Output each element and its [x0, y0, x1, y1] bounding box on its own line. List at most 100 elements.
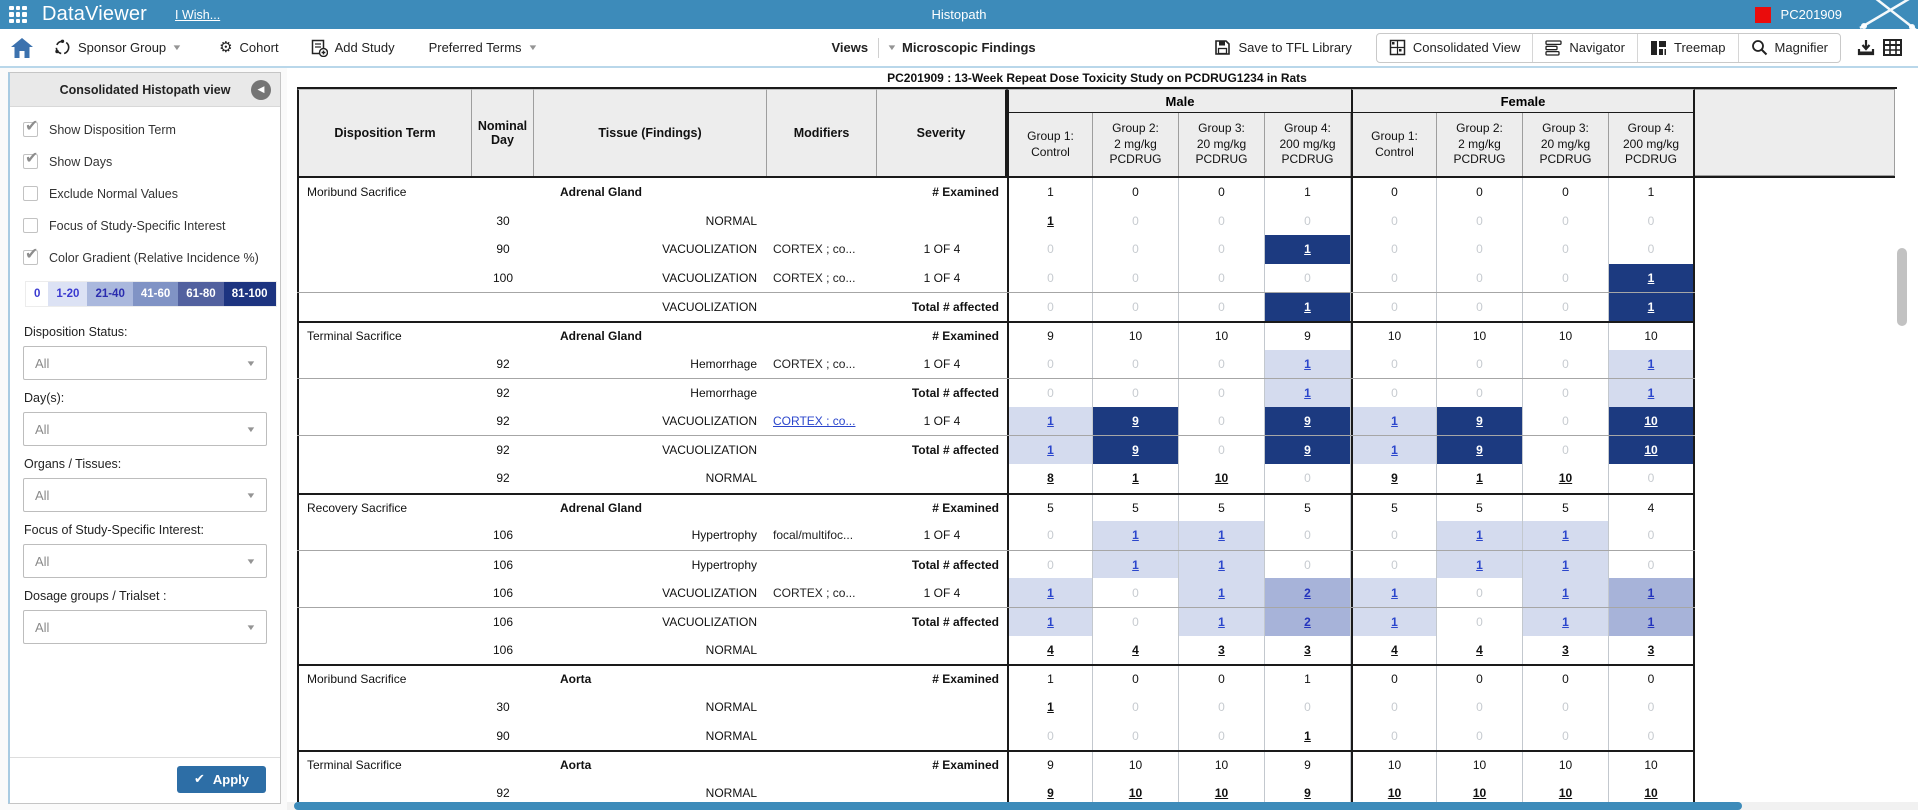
data-cell[interactable]: 10 [1609, 406, 1695, 436]
view-switcher: Consolidated View Navigator Treemap Magn… [1375, 32, 1841, 63]
checkbox-show-disposition-term[interactable]: Show Disposition Term [23, 116, 267, 138]
cohort-button[interactable]: ⚙ Cohort [209, 40, 288, 56]
data-cell[interactable]: 1 [1093, 463, 1179, 493]
data-cell[interactable]: 9 [1093, 436, 1179, 464]
data-cell[interactable]: 3 [1609, 635, 1695, 665]
collapse-sidebar-button[interactable]: ◀ [251, 79, 271, 100]
data-cell[interactable]: 1 [1007, 406, 1093, 436]
navigator-button[interactable]: Navigator [1532, 33, 1637, 62]
data-cell[interactable]: 10 [1609, 436, 1695, 464]
filter-select[interactable]: All ▼ [23, 412, 267, 446]
data-cell[interactable]: 1 [1265, 235, 1351, 264]
data-cell[interactable]: 1 [1609, 578, 1695, 607]
add-study-button[interactable]: Add Study [301, 39, 405, 57]
checkbox-box[interactable] [23, 218, 38, 233]
data-cell[interactable]: 10 [1523, 463, 1609, 493]
sponsor-group-button[interactable]: Sponsor Group ▼ [44, 39, 191, 56]
data-cell[interactable]: 1 [1437, 463, 1523, 493]
data-cell[interactable]: 9 [1265, 436, 1351, 464]
data-cell[interactable]: 1 [1609, 607, 1695, 636]
filter-selected-value: All [35, 487, 50, 503]
filter-select[interactable]: All ▼ [23, 610, 267, 644]
data-cell[interactable]: 1 [1523, 607, 1609, 636]
data-cell[interactable]: 1 [1523, 578, 1609, 607]
data-cell[interactable]: 9 [1351, 463, 1437, 493]
consolidated-view-button[interactable]: Consolidated View [1377, 34, 1532, 62]
data-cell[interactable]: 1 [1609, 263, 1695, 293]
data-cell[interactable]: 1 [1351, 578, 1437, 607]
data-cell[interactable]: 1 [1007, 607, 1093, 636]
data-cell[interactable]: 9 [1437, 436, 1523, 464]
checkbox-box[interactable] [23, 244, 38, 265]
data-cell[interactable]: 2 [1265, 607, 1351, 636]
data-cell[interactable]: 4 [1007, 635, 1093, 665]
data-cell[interactable]: 8 [1007, 463, 1093, 493]
checkbox-exclude-normal-values[interactable]: Exclude Normal Values [23, 185, 267, 202]
data-cell[interactable]: 1 [1093, 550, 1179, 579]
data-cell[interactable]: 1 [1179, 550, 1265, 579]
data-cell[interactable]: 1 [1265, 293, 1351, 321]
data-cell[interactable]: 9 [1093, 406, 1179, 436]
waffle-icon[interactable] [9, 5, 27, 24]
checkbox-focus-of-study-specific-interest[interactable]: Focus of Study-Specific Interest [23, 217, 267, 234]
data-cell[interactable]: 1 [1179, 607, 1265, 636]
apply-button[interactable]: ✔ Apply [176, 766, 266, 793]
data-cell[interactable]: 1 [1007, 578, 1093, 607]
data-cell[interactable]: 1 [1007, 206, 1093, 236]
filter-select[interactable]: All ▼ [23, 346, 267, 380]
data-cell[interactable]: 1 [1351, 607, 1437, 636]
save-to-tfl-button[interactable]: Save to TFL Library [1204, 39, 1361, 56]
download-button[interactable] [1851, 39, 1881, 57]
data-cell[interactable]: 1 [1179, 521, 1265, 550]
data-cell[interactable]: 1 [1609, 293, 1695, 321]
severity-cell [877, 693, 1007, 722]
data-cell[interactable]: 4 [1093, 635, 1179, 665]
checkbox-color-gradient-relative-incidence-[interactable]: Color Gradient (Relative Incidence %) [23, 244, 267, 266]
data-cell[interactable]: 1 [1093, 521, 1179, 550]
data-cell[interactable]: 1 [1007, 692, 1093, 722]
data-cell[interactable]: 3 [1265, 635, 1351, 665]
table-view-button[interactable] [1881, 39, 1910, 56]
horizontal-scrollbar-thumb[interactable] [294, 802, 1742, 810]
magnifier-button[interactable]: Magnifier [1737, 33, 1840, 62]
checkbox-box[interactable] [23, 116, 38, 137]
filter-select[interactable]: All ▼ [23, 544, 267, 578]
data-cell[interactable]: 3 [1179, 635, 1265, 665]
i-wish-link[interactable]: I Wish... [175, 8, 220, 22]
caret-down-icon[interactable]: ▼ [887, 43, 898, 52]
data-cell: 0 [1093, 349, 1179, 379]
filter-select[interactable]: All ▼ [23, 478, 267, 512]
vertical-scrollbar-thumb[interactable] [1897, 248, 1907, 326]
data-cell[interactable]: 2 [1265, 578, 1351, 607]
checkbox-show-days[interactable]: Show Days [23, 148, 267, 170]
data-cell[interactable]: 1 [1351, 406, 1437, 436]
nominal-day-cell: 106 [492, 557, 514, 572]
caret-down-icon: ▼ [245, 490, 257, 500]
data-cell[interactable]: 1 [1609, 379, 1695, 407]
home-button[interactable] [0, 37, 44, 59]
data-cell[interactable]: 1 [1007, 436, 1093, 464]
data-cell[interactable]: 1 [1609, 349, 1695, 379]
data-cell[interactable]: 1 [1265, 379, 1351, 407]
checkbox-box[interactable] [23, 148, 38, 169]
data-cell[interactable]: 1 [1437, 521, 1523, 550]
data-cell[interactable]: 1 [1351, 436, 1437, 464]
data-cell[interactable]: 1 [1265, 721, 1351, 750]
table-row: Terminal Sacrifice Aorta # Examined 9 10 10 9 1… [297, 749, 1695, 779]
modifiers-cell[interactable]: CORTEX ; co... [767, 407, 877, 436]
data-cell[interactable]: 4 [1437, 635, 1523, 665]
data-cell[interactable]: 1 [1265, 349, 1351, 379]
data-cell: 0 [1437, 721, 1523, 750]
data-cell[interactable]: 1 [1523, 550, 1609, 579]
data-cell[interactable]: 1 [1179, 578, 1265, 607]
checkbox-box[interactable] [23, 186, 38, 201]
data-cell[interactable]: 10 [1179, 463, 1265, 493]
data-cell[interactable]: 9 [1437, 406, 1523, 436]
data-cell[interactable]: 3 [1523, 635, 1609, 665]
data-cell[interactable]: 9 [1265, 406, 1351, 436]
data-cell[interactable]: 4 [1351, 635, 1437, 665]
data-cell[interactable]: 1 [1437, 550, 1523, 579]
preferred-terms-button[interactable]: Preferred Terms ▼ [419, 40, 547, 55]
data-cell[interactable]: 1 [1523, 521, 1609, 550]
treemap-button[interactable]: Treemap [1636, 33, 1738, 62]
